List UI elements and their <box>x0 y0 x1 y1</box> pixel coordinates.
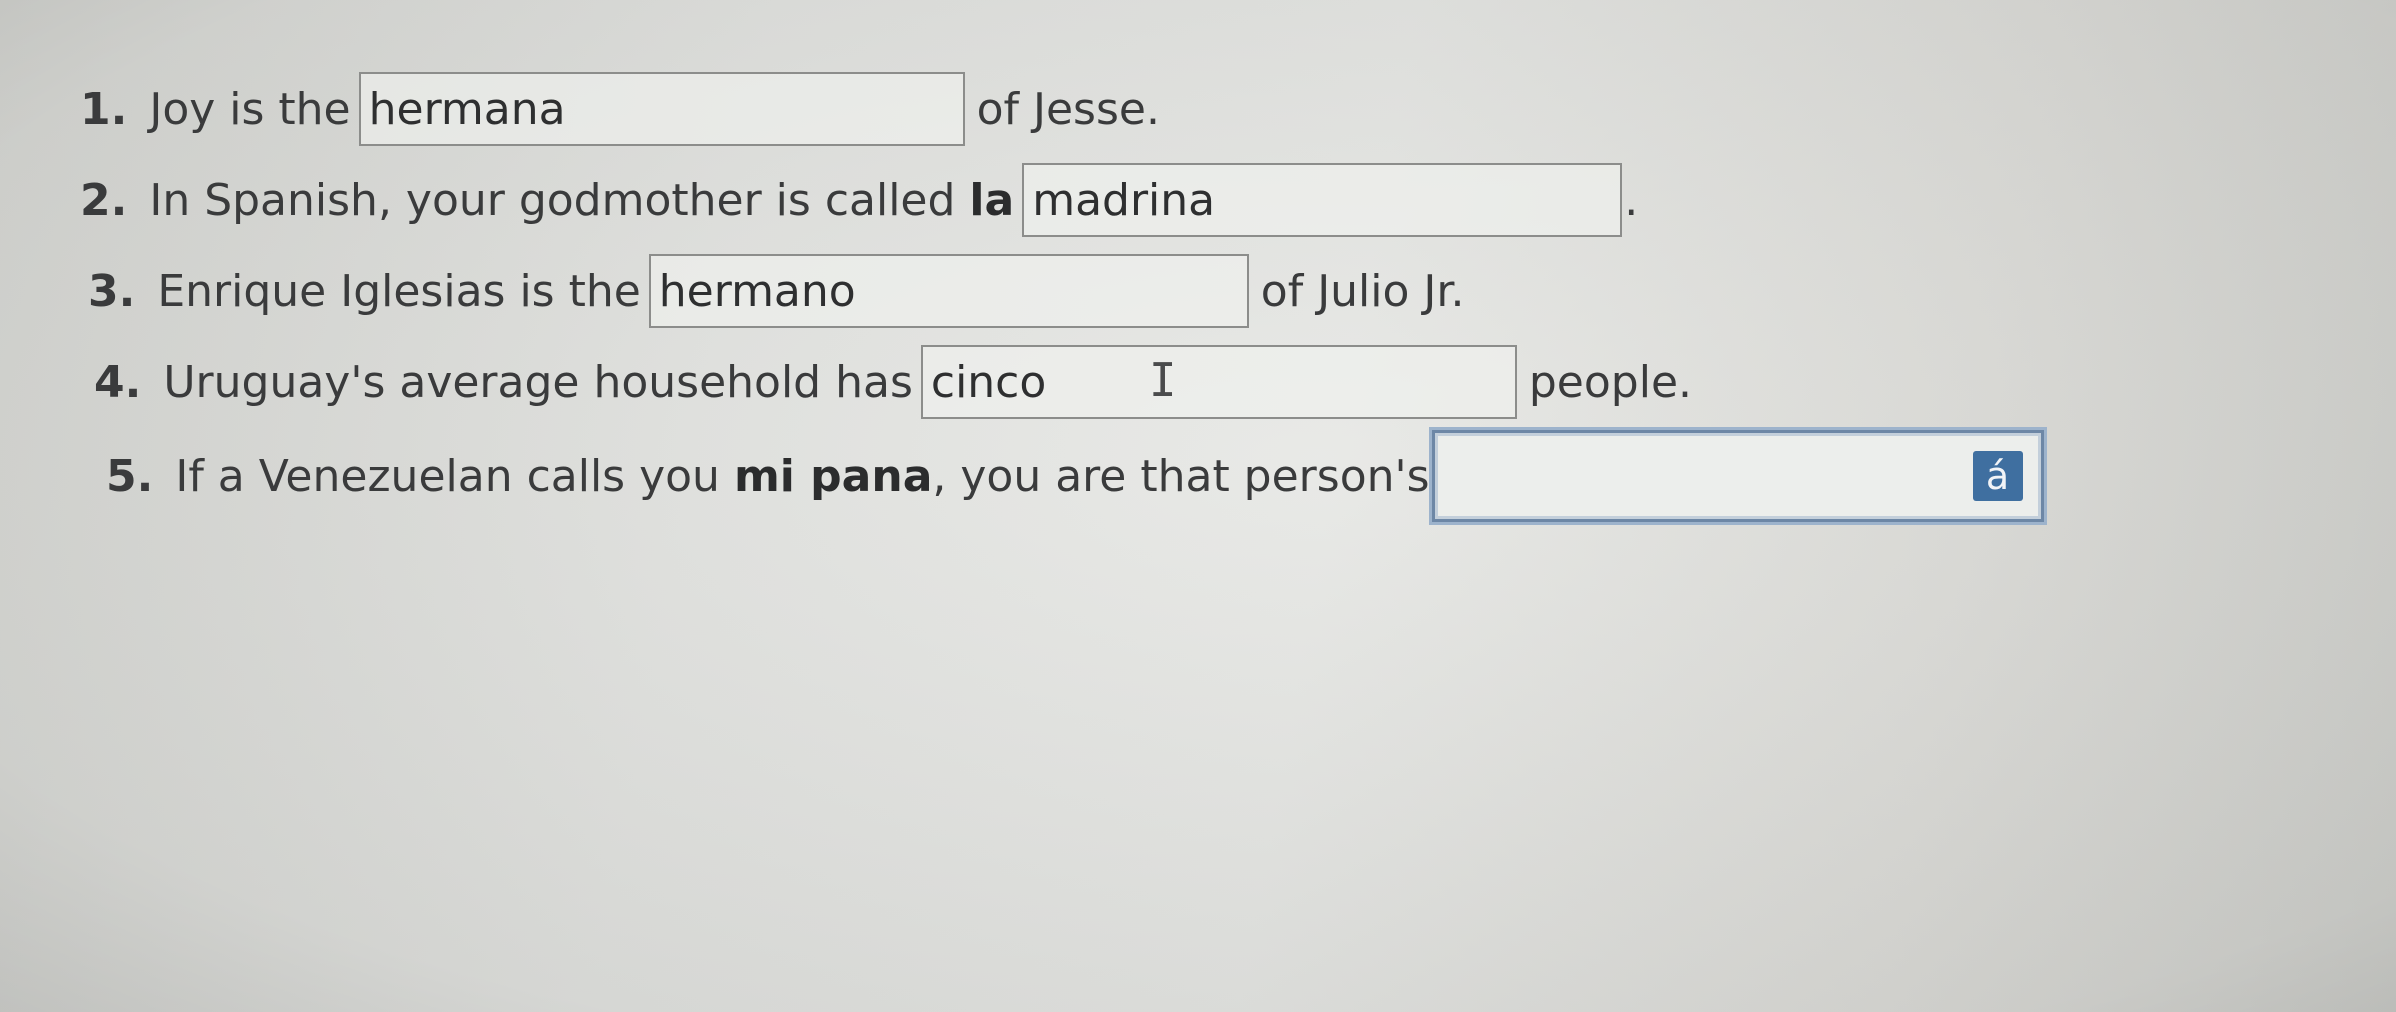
answer-value: hermana <box>368 83 566 135</box>
question-text-before: In Spanish, your godmother is called la <box>149 174 1015 226</box>
question-4: 4. Uruguay's average household has cinco… <box>94 345 1692 419</box>
question-text-after: . <box>1624 174 1639 226</box>
answer-input-5[interactable]: á <box>1431 430 2044 522</box>
text-cursor-icon: I <box>1148 353 1177 407</box>
bold-word: mi pana <box>733 450 933 502</box>
question-5: 5. If a Venezuelan calls you mi pana, yo… <box>106 430 2056 522</box>
question-number: 2. <box>80 174 128 226</box>
question-number: 5. <box>106 450 154 502</box>
question-text-before: Joy is the <box>149 83 351 135</box>
question-text-after: people. <box>1528 356 1693 408</box>
answer-value: hermano <box>658 265 856 317</box>
answer-input-1[interactable]: hermana <box>358 72 965 146</box>
question-text-before: If a Venezuelan calls you mi pana, you a… <box>175 450 1430 502</box>
answer-value: cinco <box>930 356 1047 408</box>
bold-word: la <box>969 174 1015 226</box>
question-number: 1. <box>80 83 128 135</box>
answer-input-4[interactable]: cinco I <box>920 345 1517 419</box>
question-text-before: Uruguay's average household has <box>163 356 913 408</box>
accent-character-button[interactable]: á <box>1972 451 2023 501</box>
question-number: 4. <box>94 356 142 408</box>
answer-input-2[interactable]: madrina <box>1022 163 1623 237</box>
question-text-after: of Julio Jr. <box>1260 265 1465 317</box>
question-text-before: Enrique Iglesias is the <box>157 265 641 317</box>
question-1: 1. Joy is the hermana of Jesse. <box>80 72 1160 146</box>
answer-input-3[interactable]: hermano <box>648 254 1249 328</box>
question-3: 3. Enrique Iglesias is the hermano of Ju… <box>88 254 1464 328</box>
question-2: 2. In Spanish, your godmother is called … <box>80 163 1638 237</box>
question-text-after: of Jesse. <box>976 83 1160 135</box>
question-number: 3. <box>88 265 136 317</box>
answer-value: madrina <box>1032 174 1216 226</box>
